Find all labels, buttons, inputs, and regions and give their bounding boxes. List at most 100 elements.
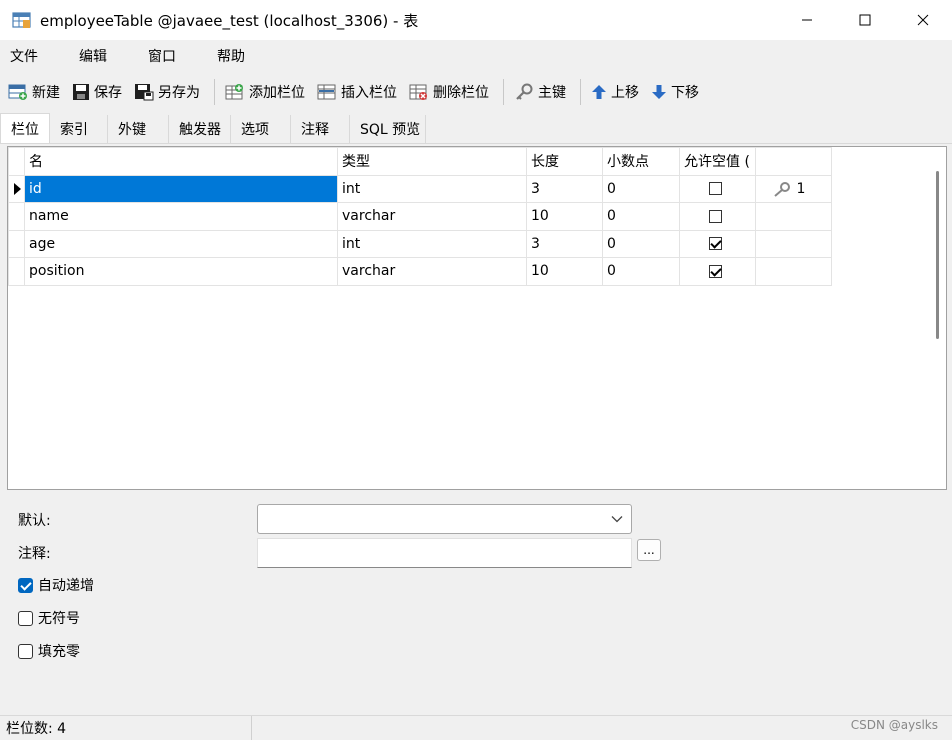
close-button[interactable] (894, 0, 952, 40)
key-icon (516, 83, 533, 100)
nullable-checkbox[interactable] (709, 237, 722, 251)
unsigned-checkbox[interactable] (18, 610, 33, 626)
save-as-icon (135, 84, 154, 101)
default-label: 默认: (18, 513, 51, 529)
cell-field-nullable[interactable] (679, 229, 756, 258)
zerofill-option[interactable]: 填充零 (18, 641, 80, 661)
close-icon (917, 14, 929, 26)
cell-field-length[interactable]: 10 (526, 202, 603, 231)
zerofill-checkbox[interactable] (18, 643, 33, 659)
cell-field-length[interactable]: 3 (526, 174, 603, 203)
table-row[interactable]: age int 3 0 (8, 229, 832, 258)
cell-field-key[interactable] (755, 257, 832, 286)
cell-field-name[interactable]: age (24, 229, 338, 258)
unsigned-label: 无符号 (38, 611, 80, 627)
auto-increment-option[interactable]: 自动递增 (18, 575, 94, 595)
move-up-button[interactable]: 上移 (589, 78, 641, 106)
menu-window[interactable]: 窗口 (138, 46, 186, 66)
col-header-name[interactable]: 名 (24, 147, 338, 176)
cell-field-name[interactable]: id (24, 174, 338, 203)
move-down-button[interactable]: 下移 (649, 78, 701, 106)
scrollbar-thumb[interactable] (936, 171, 939, 339)
cell-field-key[interactable] (755, 229, 832, 258)
col-header-nullable[interactable]: 允许空值 ( (679, 147, 756, 176)
cell-field-type[interactable]: int (337, 229, 527, 258)
cell-field-decimals[interactable]: 0 (602, 229, 680, 258)
move-up-label: 上移 (611, 85, 639, 101)
new-button[interactable]: 新建 (6, 78, 62, 106)
default-value-combo[interactable] (257, 504, 632, 534)
toolbar-separator (503, 79, 504, 105)
nullable-checkbox[interactable] (709, 264, 722, 278)
primary-key-label: 主键 (538, 85, 566, 101)
delete-field-label: 删除栏位 (433, 85, 489, 101)
col-header-decimals[interactable]: 小数点 (602, 147, 680, 176)
toolbar-separator (214, 79, 215, 105)
tab-options[interactable]: 选项 (231, 115, 291, 143)
primary-key-order: 1 (796, 180, 806, 197)
menu-edit[interactable]: 编辑 (69, 46, 117, 66)
cell-field-type[interactable]: varchar (337, 202, 527, 231)
title-bar: employeeTable @javaee_test (localhost_33… (0, 0, 952, 40)
comment-ellipsis-button[interactable]: ... (637, 539, 661, 561)
menu-file[interactable]: 文件 (0, 46, 48, 66)
table-row[interactable]: id int 3 0 1 (8, 174, 832, 203)
cell-field-nullable[interactable] (679, 257, 756, 286)
nullable-checkbox[interactable] (709, 182, 722, 196)
tab-comment[interactable]: 注释 (291, 115, 350, 143)
new-label: 新建 (32, 85, 60, 101)
cell-field-decimals[interactable]: 0 (602, 174, 680, 203)
add-field-icon (225, 84, 243, 100)
cell-field-type[interactable]: varchar (337, 257, 527, 286)
field-count: 栏位数: 4 (0, 715, 252, 740)
cell-field-name[interactable]: name (24, 202, 338, 231)
watermark-text: CSDN @ayslks (850, 718, 938, 732)
cell-field-length[interactable]: 3 (526, 229, 603, 258)
table-row[interactable]: position varchar 10 0 (8, 257, 832, 286)
insert-field-label: 插入栏位 (341, 85, 397, 101)
menu-help[interactable]: 帮助 (207, 46, 255, 66)
row-header (8, 202, 25, 231)
cell-field-length[interactable]: 10 (526, 257, 603, 286)
save-button[interactable]: 保存 (70, 78, 124, 106)
cell-field-decimals[interactable]: 0 (602, 257, 680, 286)
add-field-button[interactable]: 添加栏位 (223, 78, 307, 106)
tab-sql-preview[interactable]: SQL 预览 (350, 115, 426, 143)
cell-field-type[interactable]: int (337, 174, 527, 203)
header-row: 名 类型 长度 小数点 允许空值 ( (8, 147, 832, 176)
menu-bar: 文件 编辑 窗口 帮助 (0, 40, 952, 72)
table-app-icon (12, 11, 32, 29)
col-header-type[interactable]: 类型 (337, 147, 527, 176)
row-header-corner (8, 147, 25, 176)
comment-input[interactable] (257, 538, 632, 568)
grid-vertical-scrollbar[interactable] (929, 147, 946, 489)
cell-field-nullable[interactable] (679, 202, 756, 231)
cell-field-key[interactable]: 1 (755, 174, 832, 203)
row-header (8, 257, 25, 286)
table-row[interactable]: name varchar 10 0 (8, 202, 832, 231)
cell-field-nullable[interactable] (679, 174, 756, 203)
cell-field-key[interactable] (755, 202, 832, 231)
auto-increment-checkbox[interactable] (18, 577, 33, 593)
unsigned-option[interactable]: 无符号 (18, 608, 80, 628)
minimize-button[interactable] (778, 0, 836, 40)
maximize-button[interactable] (836, 0, 894, 40)
delete-field-button[interactable]: 删除栏位 (407, 78, 491, 106)
tab-indexes[interactable]: 索引 (50, 115, 108, 143)
col-header-length[interactable]: 长度 (526, 147, 603, 176)
tab-triggers[interactable]: 触发器 (169, 115, 231, 143)
nullable-checkbox[interactable] (709, 209, 722, 223)
move-down-label: 下移 (671, 85, 699, 101)
cell-field-decimals[interactable]: 0 (602, 202, 680, 231)
primary-key-button[interactable]: 主键 (512, 78, 568, 106)
col-header-key[interactable] (755, 147, 832, 176)
save-as-button[interactable]: 另存为 (132, 78, 202, 106)
toolbar: 新建 保存 另存为 添加栏位 插入栏位 删除栏位 主键 上移 下移 (0, 74, 952, 110)
toolbar-separator (580, 79, 581, 105)
new-table-icon (8, 84, 27, 100)
cell-field-name[interactable]: position (24, 257, 338, 286)
row-pointer-icon (14, 182, 21, 195)
tab-foreign-keys[interactable]: 外键 (108, 115, 169, 143)
insert-field-button[interactable]: 插入栏位 (315, 78, 399, 106)
tab-fields[interactable]: 栏位 (0, 113, 50, 143)
